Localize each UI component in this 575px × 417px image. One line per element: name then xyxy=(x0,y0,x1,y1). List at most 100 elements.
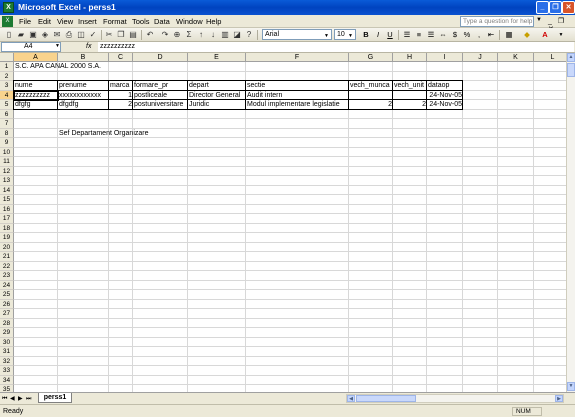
drawing-icon[interactable]: ◪ xyxy=(232,30,242,40)
font-name-select[interactable]: Arial ▼ xyxy=(262,29,332,40)
cell-E5[interactable]: Juridic xyxy=(188,100,246,110)
new-icon[interactable]: ▯ xyxy=(4,30,14,40)
autosum-icon[interactable]: Σ xyxy=(184,30,194,40)
spelling-icon[interactable]: ✓ xyxy=(88,30,98,40)
menu-view[interactable]: View xyxy=(57,17,73,26)
prev-sheet-icon[interactable]: ◀ xyxy=(10,395,15,403)
row-header-26[interactable]: 26 xyxy=(0,299,14,309)
row-header-35[interactable]: 35 xyxy=(0,385,14,392)
row-header-23[interactable]: 23 xyxy=(0,271,14,281)
scroll-thumb[interactable] xyxy=(567,63,575,77)
help-icon[interactable]: ? xyxy=(244,30,254,40)
column-header-L[interactable]: L xyxy=(534,53,566,62)
scroll-thumb[interactable] xyxy=(356,395,416,402)
permission-icon[interactable]: ◈ xyxy=(40,30,50,40)
cell-D3[interactable]: formare_pr xyxy=(133,81,188,91)
italic-button[interactable]: I xyxy=(373,30,383,40)
row-header-14[interactable]: 14 xyxy=(0,185,14,195)
last-sheet-icon[interactable]: ⏭ xyxy=(26,395,31,403)
decrease-indent-icon[interactable]: ⇤ xyxy=(486,30,496,40)
toolbar-options-icon[interactable]: ▼ xyxy=(556,30,566,40)
sort-ascending-icon[interactable]: ↑ xyxy=(196,30,206,40)
column-header-I[interactable]: I xyxy=(427,53,463,62)
cell-G3[interactable]: vech_munca xyxy=(349,81,393,91)
cell-E3[interactable]: depart xyxy=(188,81,246,91)
scroll-right-icon[interactable]: ▶ xyxy=(555,395,563,402)
fill-color-icon[interactable]: ◆ xyxy=(522,30,532,40)
row-header-11[interactable]: 11 xyxy=(0,157,14,167)
cell-I5[interactable]: 24-Nov-05 xyxy=(427,100,463,110)
select-all-corner[interactable] xyxy=(0,53,14,62)
undo-icon[interactable]: ↶ xyxy=(145,30,155,40)
font-color-icon[interactable]: A xyxy=(540,30,550,40)
column-header-C[interactable]: C xyxy=(109,53,133,62)
underline-button[interactable]: U xyxy=(385,30,395,40)
row-header-25[interactable]: 25 xyxy=(0,290,14,300)
column-header-J[interactable]: J xyxy=(463,53,498,62)
scroll-up-icon[interactable]: ▲ xyxy=(567,53,575,62)
align-right-icon[interactable]: ☰ xyxy=(426,30,436,40)
row-header-32[interactable]: 32 xyxy=(0,356,14,366)
cell-C5[interactable]: 2 xyxy=(109,100,133,110)
open-icon[interactable]: ▰ xyxy=(16,30,26,40)
active-cell-outline[interactable] xyxy=(13,89,59,101)
column-header-H[interactable]: H xyxy=(393,53,427,62)
row-header-2[interactable]: 2 xyxy=(0,71,14,81)
email-icon[interactable]: ✉ xyxy=(52,30,62,40)
row-header-20[interactable]: 20 xyxy=(0,242,14,252)
cell-I3[interactable]: dataop xyxy=(427,81,463,91)
row-header-24[interactable]: 24 xyxy=(0,280,14,290)
save-icon[interactable]: ▣ xyxy=(28,30,38,40)
row-header-22[interactable]: 22 xyxy=(0,261,14,271)
cell-B4[interactable]: xxxxxxxxxxxx xyxy=(58,91,109,101)
column-header-B[interactable]: B xyxy=(58,53,109,62)
align-left-icon[interactable]: ☰ xyxy=(402,30,412,40)
close-button[interactable]: ✕ xyxy=(562,1,575,14)
help-dropdown-icon[interactable]: ▼ xyxy=(536,17,542,23)
cell-F3[interactable]: sectie xyxy=(246,81,349,91)
row-header-15[interactable]: 15 xyxy=(0,195,14,205)
row-header-16[interactable]: 16 xyxy=(0,204,14,214)
align-center-icon[interactable]: ≡ xyxy=(414,30,424,40)
cell-I4[interactable]: 24-Nov-05 xyxy=(427,91,463,101)
hyperlink-icon[interactable]: ⊕ xyxy=(172,30,182,40)
cell-G5[interactable]: 2 xyxy=(349,100,393,110)
column-header-F[interactable]: F xyxy=(246,53,349,62)
cell-H5[interactable]: 2 xyxy=(393,100,427,110)
comma-button[interactable]: , xyxy=(474,30,484,40)
row-header-17[interactable]: 17 xyxy=(0,214,14,224)
help-search-input[interactable]: Type a question for help xyxy=(460,16,534,27)
column-header-D[interactable]: D xyxy=(133,53,188,62)
chevron-down-icon[interactable]: ▼ xyxy=(55,43,60,49)
borders-icon[interactable]: ▦ xyxy=(504,30,514,40)
next-sheet-icon[interactable]: ▶ xyxy=(18,395,23,403)
cell-E4[interactable]: Director General xyxy=(188,91,246,101)
column-header-A[interactable]: A xyxy=(14,53,58,62)
sort-descending-icon[interactable]: ↓ xyxy=(208,30,218,40)
name-box[interactable]: A4 xyxy=(1,42,61,52)
cell-D4[interactable]: postliceale xyxy=(133,91,188,101)
row-header-10[interactable]: 10 xyxy=(0,147,14,157)
row-header-18[interactable]: 18 xyxy=(0,223,14,233)
print-icon[interactable]: ⎙ xyxy=(64,30,74,40)
insert-function-icon[interactable]: fx xyxy=(86,42,91,52)
row-header-34[interactable]: 34 xyxy=(0,375,14,385)
row-header-5[interactable]: 5 xyxy=(0,100,14,110)
maximize-button[interactable]: ❐ xyxy=(549,1,562,14)
cell-A1[interactable]: S.C. APA CANAL 2000 S.A. xyxy=(14,62,133,72)
minimize-button[interactable]: _ xyxy=(536,1,549,14)
print-preview-icon[interactable]: ◫ xyxy=(76,30,86,40)
horizontal-scrollbar[interactable]: ◀ ▶ xyxy=(346,394,564,403)
row-header-30[interactable]: 30 xyxy=(0,337,14,347)
percent-button[interactable]: % xyxy=(462,30,472,40)
column-header-K[interactable]: K xyxy=(498,53,534,62)
column-header-E[interactable]: E xyxy=(188,53,246,62)
cell-A5[interactable]: dfgfg xyxy=(14,100,58,110)
menu-tools[interactable]: Tools xyxy=(132,17,150,26)
row-header-7[interactable]: 7 xyxy=(0,119,14,129)
menu-file[interactable]: File xyxy=(19,17,31,26)
row-header-1[interactable]: 1 xyxy=(0,62,14,72)
row-header-3[interactable]: 3 xyxy=(0,81,14,91)
menu-insert[interactable]: Insert xyxy=(78,17,97,26)
menu-format[interactable]: Format xyxy=(103,17,127,26)
